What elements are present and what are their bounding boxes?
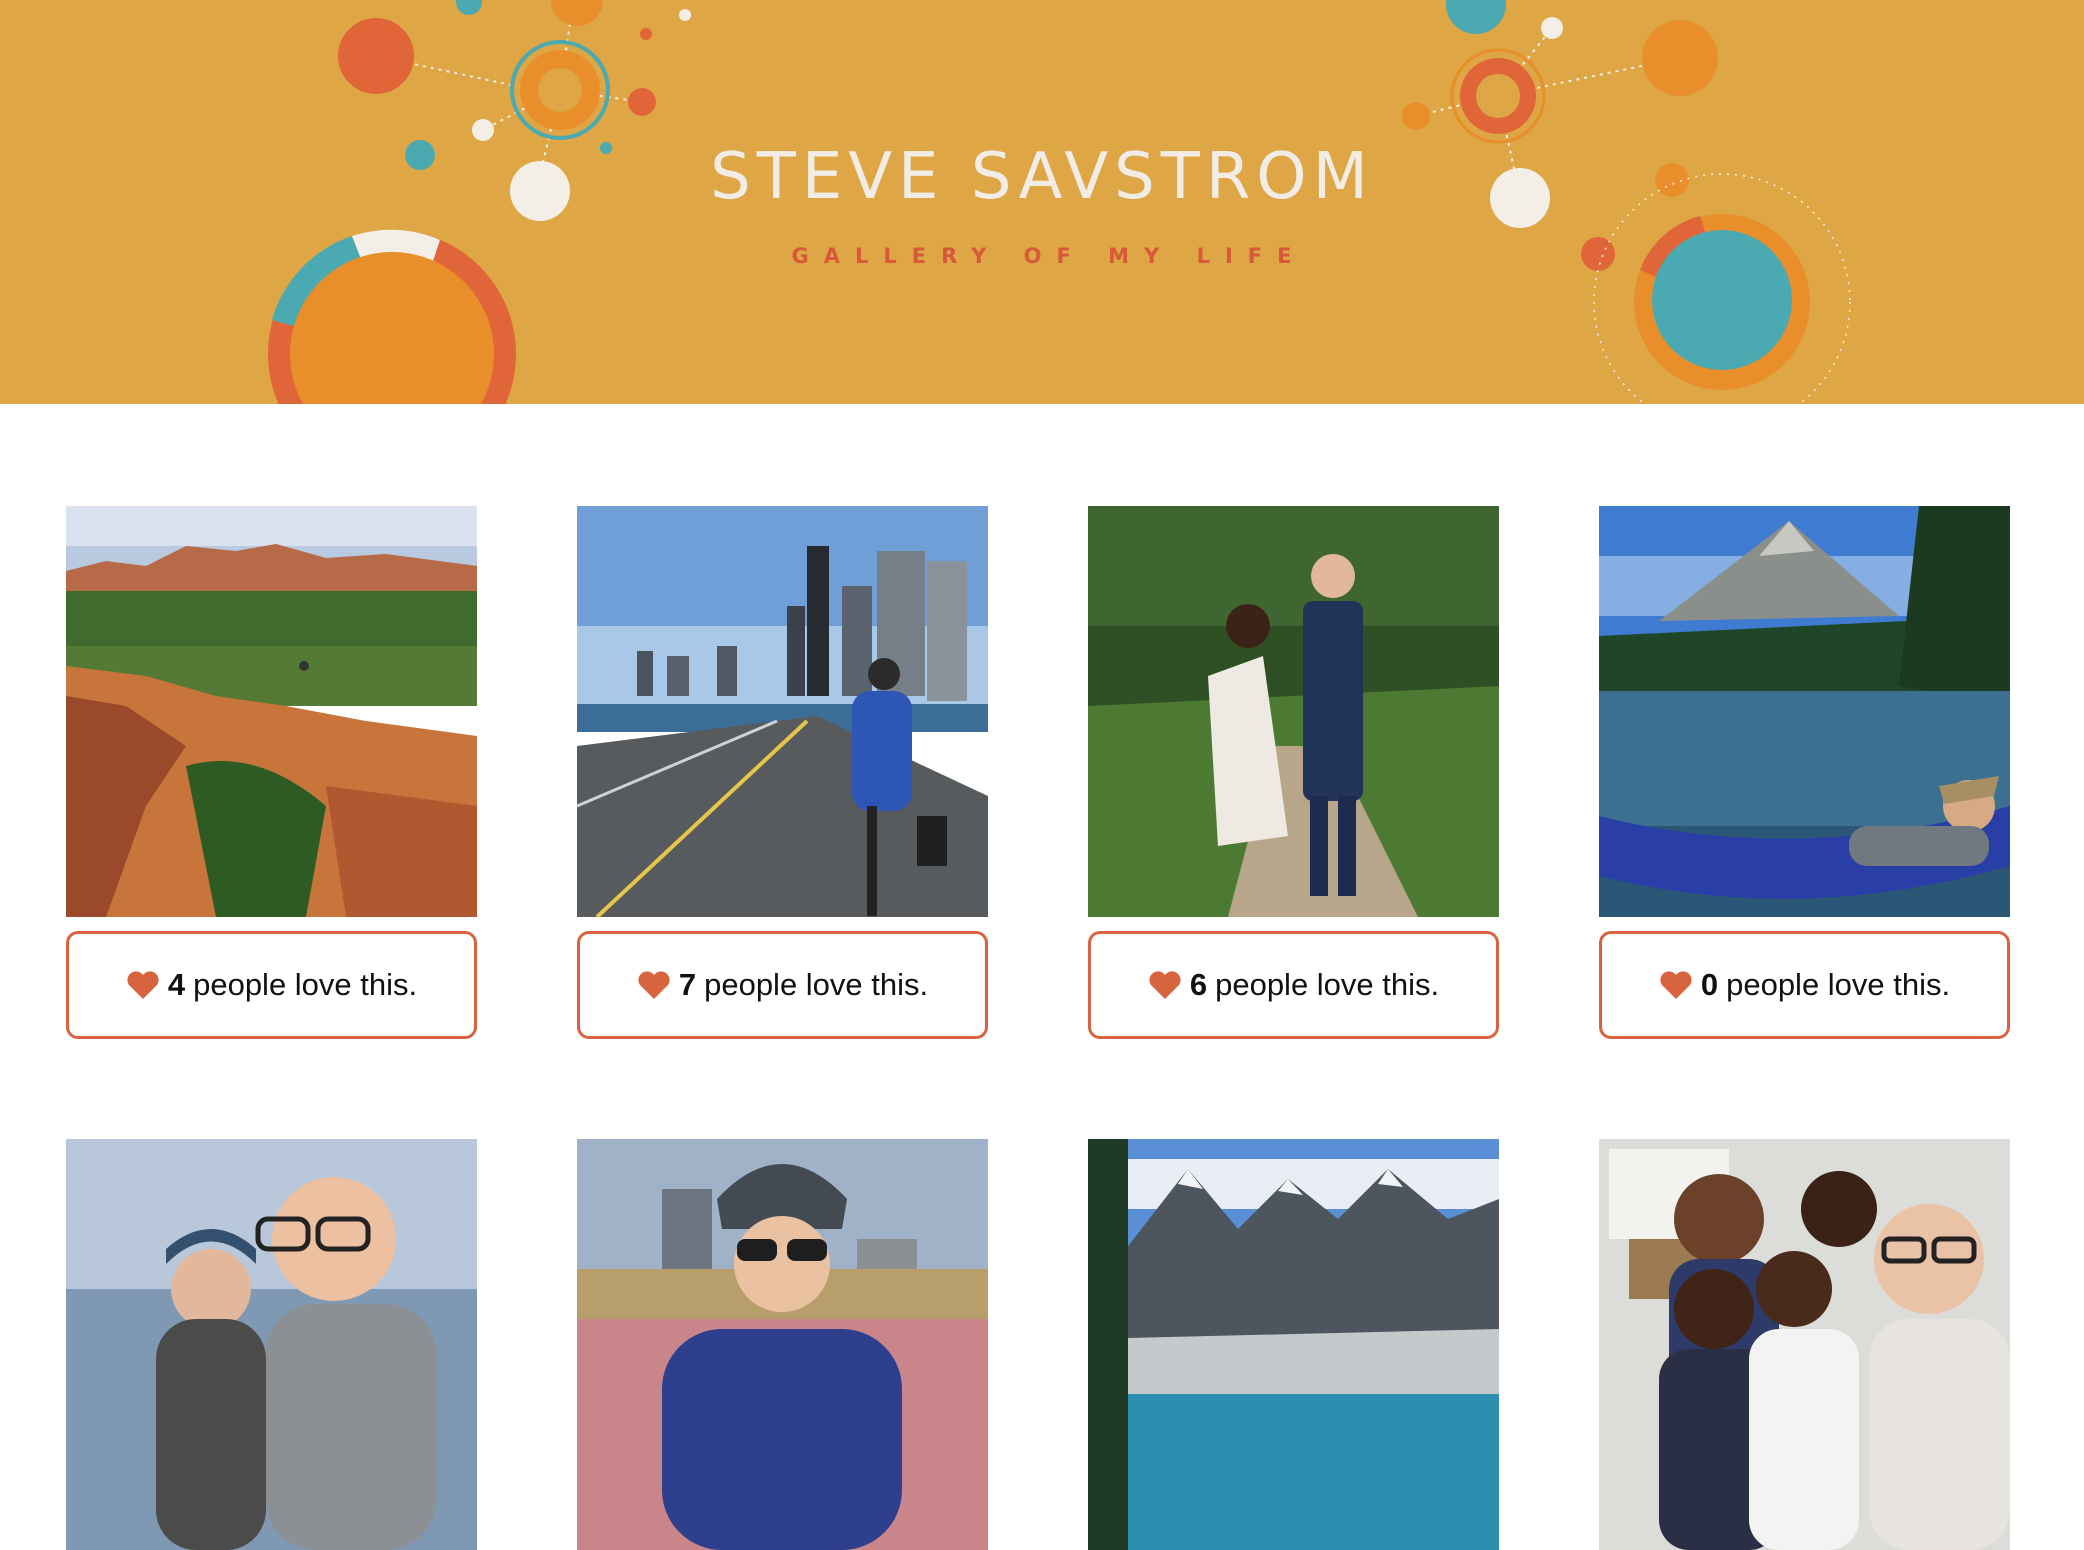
love-button[interactable]: 0 people love this. bbox=[1599, 931, 2010, 1039]
gallery-card: 7 people love this. bbox=[577, 506, 988, 1039]
love-count: 0 bbox=[1700, 967, 1719, 1002]
photo-classroom-selfie[interactable] bbox=[1599, 1139, 2010, 1550]
love-button[interactable]: 6 people love this. bbox=[1088, 931, 1499, 1039]
gallery-card bbox=[66, 1139, 477, 1550]
heart-icon bbox=[1149, 971, 1181, 999]
gallery-card: 0 people love this. bbox=[1599, 506, 2010, 1039]
photo-couple-selfie[interactable] bbox=[66, 1139, 477, 1550]
gallery-card bbox=[577, 1139, 988, 1550]
photo-hammock-lake[interactable] bbox=[1599, 506, 2010, 917]
gallery-card bbox=[1599, 1139, 2010, 1550]
love-button[interactable]: 7 people love this. bbox=[577, 931, 988, 1039]
love-label: people love this. bbox=[193, 967, 418, 1002]
photo-mountain-valley[interactable] bbox=[1088, 1139, 1499, 1550]
heart-icon bbox=[127, 971, 159, 999]
site-title: STEVE SAVSTROM bbox=[710, 140, 1374, 214]
site-tagline: GALLERY OF MY LIFE bbox=[791, 244, 1307, 268]
love-label: people love this. bbox=[704, 967, 929, 1002]
photo-gallery: 4 people love this. 7 people love this. … bbox=[66, 506, 2010, 1550]
love-count: 7 bbox=[678, 967, 697, 1002]
love-count: 4 bbox=[167, 967, 186, 1002]
photo-wedding-couple[interactable] bbox=[1088, 506, 1499, 917]
love-label: people love this. bbox=[1726, 967, 1951, 1002]
photo-cyclist-selfie[interactable] bbox=[577, 1139, 988, 1550]
photo-lakefront-cyclist[interactable] bbox=[577, 506, 988, 917]
gallery-card: 6 people love this. bbox=[1088, 506, 1499, 1039]
heart-icon bbox=[1660, 971, 1692, 999]
gallery-card: 4 people love this. bbox=[66, 506, 477, 1039]
header-banner: STEVE SAVSTROM GALLERY OF MY LIFE bbox=[0, 0, 2084, 404]
love-label: people love this. bbox=[1215, 967, 1440, 1002]
heart-icon bbox=[638, 971, 670, 999]
photo-red-rock-canyon[interactable] bbox=[66, 506, 477, 917]
love-count: 6 bbox=[1189, 967, 1208, 1002]
love-button[interactable]: 4 people love this. bbox=[66, 931, 477, 1039]
gallery-card bbox=[1088, 1139, 1499, 1550]
